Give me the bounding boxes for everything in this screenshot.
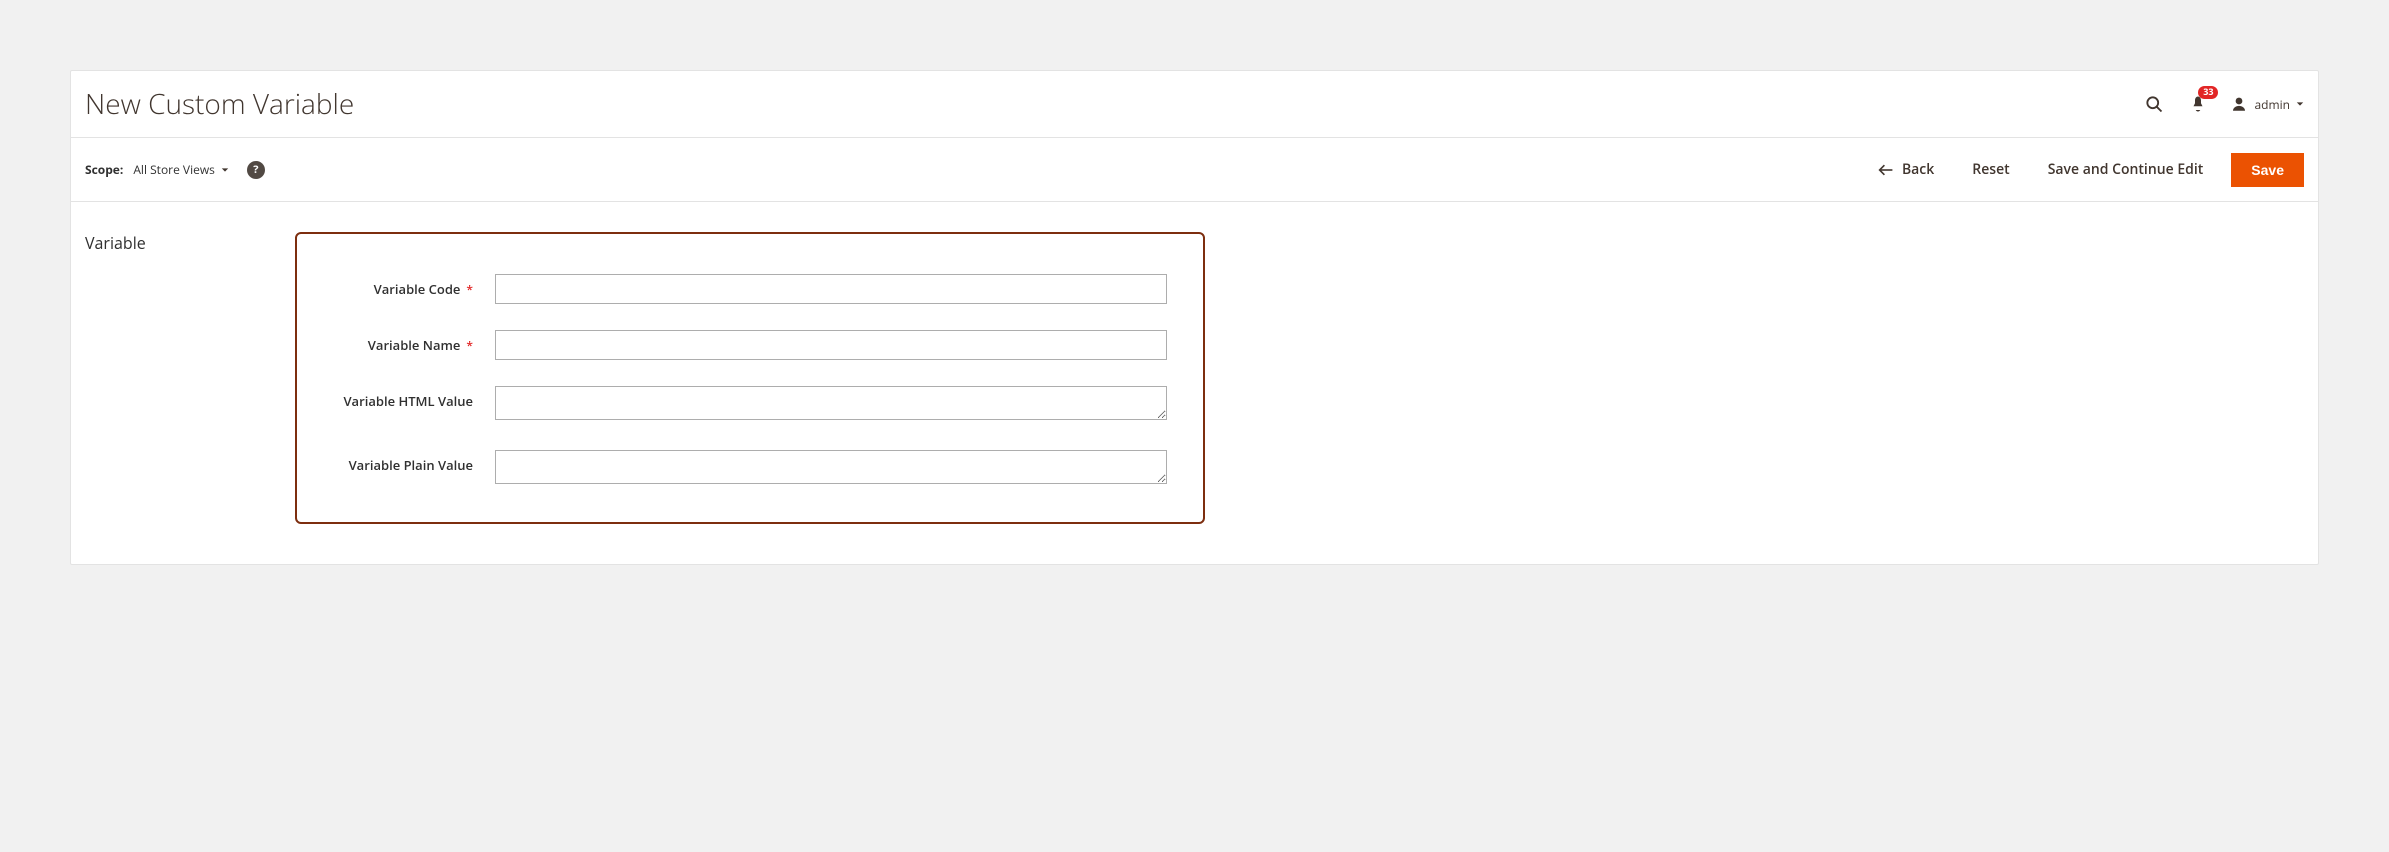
save-button[interactable]: Save [2231,153,2304,187]
variable-code-row: Variable Code* [333,274,1167,304]
variable-plain-value-row: Variable Plain Value [333,450,1167,488]
variable-html-value-row: Variable HTML Value [333,386,1167,424]
variable-name-input[interactable] [495,330,1167,360]
variable-fieldset: Variable Code* Variable Name* Variable H… [295,232,1205,524]
save-continue-label: Save and Continue Edit [2048,160,2204,179]
variable-html-value-label: Variable HTML Value [333,386,473,410]
section-title: Variable [85,232,275,524]
help-icon[interactable]: ? [247,161,265,179]
back-label: Back [1902,160,1934,179]
variable-name-row: Variable Name* [333,330,1167,360]
header-actions: 33 admin [2142,92,2304,116]
page-header: New Custom Variable 33 admin [71,71,2318,137]
chevron-down-icon [221,166,229,174]
content-area: Variable Variable Code* Variable Name* [71,202,2318,564]
required-mark: * [466,281,473,298]
save-continue-button[interactable]: Save and Continue Edit [2038,152,2214,187]
reset-button[interactable]: Reset [1962,152,2019,187]
back-button[interactable]: Back [1868,152,1944,187]
variable-plain-value-input[interactable] [495,450,1167,484]
arrow-left-icon [1878,164,1894,176]
scope-label: Scope: [85,161,123,178]
toolbar-actions: Back Reset Save and Continue Edit Save [1868,152,2304,187]
chevron-down-icon [2296,100,2304,108]
search-icon[interactable] [2142,92,2166,116]
required-mark: * [466,337,473,354]
user-menu[interactable]: admin [2230,95,2304,113]
variable-code-label: Variable Code* [333,274,473,298]
page-title: New Custom Variable [85,85,2142,123]
variable-code-input[interactable] [495,274,1167,304]
scope-value: All Store Views [133,161,215,178]
toolbar: Scope: All Store Views ? Back Reset [71,137,2318,202]
notifications-icon[interactable]: 33 [2186,92,2210,116]
variable-plain-value-label: Variable Plain Value [333,450,473,474]
variable-name-label: Variable Name* [333,330,473,354]
user-icon [2230,95,2248,113]
reset-label: Reset [1972,160,2009,179]
notifications-badge: 33 [2198,86,2218,99]
scope-area: Scope: All Store Views ? [85,161,1868,179]
user-name-label: admin [2254,96,2290,113]
page-container: New Custom Variable 33 admin [70,70,2319,565]
variable-html-value-input[interactable] [495,386,1167,420]
scope-select[interactable]: All Store Views [133,161,229,178]
